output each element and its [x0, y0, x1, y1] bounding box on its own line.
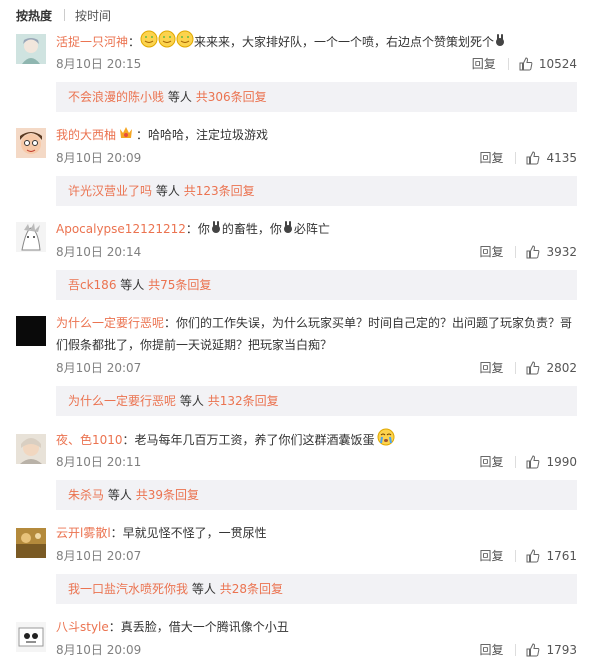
comment-actions: 回复 4135 [479, 150, 577, 166]
reply-count[interactable]: 共123条回复 [184, 184, 255, 198]
replies-summary[interactable]: 我一口盐汽水喷死你我 等人 共28条回复 [56, 574, 577, 604]
comment-username[interactable]: 活捉一只河神 [56, 35, 128, 49]
reply-username[interactable]: 不会浪漫的陈小贱 [68, 90, 164, 104]
like-button[interactable]: 10524 [519, 56, 577, 72]
divider [515, 246, 517, 258]
like-button[interactable]: 3932 [526, 244, 577, 260]
comment-actions: 回复 1990 [479, 454, 577, 470]
comment-time: 8月10日 20:07 [56, 549, 142, 563]
tab-sort-hot[interactable]: 按热度 [16, 7, 52, 24]
comment-username[interactable]: 云开l雾散l [56, 526, 111, 540]
reply-username[interactable]: 朱杀马 [68, 488, 104, 502]
replies-summary[interactable]: 许光汉营业了吗 等人 共123条回复 [56, 176, 577, 206]
tab-sort-time[interactable]: 按时间 [75, 7, 111, 24]
like-button[interactable]: 2802 [526, 360, 577, 376]
crying-emoji [377, 428, 395, 453]
reply-button[interactable]: 回复 [479, 548, 503, 564]
reply-count[interactable]: 共39条回复 [136, 488, 199, 502]
reply-count[interactable]: 共28条回复 [220, 582, 283, 596]
like-count: 1793 [546, 643, 577, 657]
thumbs-up-icon [526, 455, 540, 469]
comment-actions: 回复 10524 [472, 56, 577, 72]
comment-username[interactable]: 我的大西柚 [56, 128, 116, 142]
like-count: 2802 [546, 361, 577, 375]
avatar[interactable] [16, 434, 46, 464]
reply-username[interactable]: 许光汉营业了吗 [68, 184, 152, 198]
replies-summary[interactable]: 为什么一定要行恶呢 等人 共132条回复 [56, 386, 577, 416]
reply-button[interactable]: 回复 [479, 150, 503, 166]
sort-tabs: 按热度 按时间 [16, 7, 111, 23]
divider [515, 152, 517, 164]
comment-actions: 回复 2802 [479, 360, 577, 376]
reply-count[interactable]: 共75条回复 [148, 278, 211, 292]
avatar[interactable] [16, 128, 46, 158]
like-count: 4135 [546, 151, 577, 165]
comment-username[interactable]: 八斗style [56, 620, 109, 634]
comment-time: 8月10日 20:14 [56, 245, 142, 259]
like-button[interactable]: 1793 [526, 642, 577, 658]
avatar[interactable] [16, 622, 46, 652]
comment-username[interactable]: 夜、色1010 [56, 433, 123, 447]
thumbs-up-icon [526, 549, 540, 563]
thumbs-up-icon [526, 643, 540, 657]
comment-time: 8月10日 20:07 [56, 361, 142, 375]
like-count: 1761 [546, 549, 577, 563]
smile-emoji [140, 30, 194, 55]
like-count: 3932 [546, 245, 577, 259]
like-count: 10524 [538, 57, 577, 71]
like-button[interactable]: 1990 [526, 454, 577, 470]
rabbit-emoji [494, 32, 506, 54]
reply-button[interactable]: 回复 [479, 454, 503, 470]
replies-summary[interactable]: 吾ck186 等人 共75条回复 [56, 270, 577, 300]
reply-username[interactable]: 我一口盐汽水喷死你我 [68, 582, 188, 596]
avatar[interactable] [16, 316, 46, 346]
rabbit-emoji [282, 219, 294, 241]
rabbit-emoji [210, 219, 222, 241]
comment-time: 8月10日 20:15 [56, 57, 142, 71]
reply-button[interactable]: 回复 [479, 244, 503, 260]
comment-time: 8月10日 20:09 [56, 151, 142, 165]
comment-username[interactable]: 为什么一定要行恶呢 [56, 316, 164, 330]
divider [515, 644, 517, 656]
divider [507, 58, 509, 70]
comment-actions: 回复 3932 [479, 244, 577, 260]
comment-text: 活捉一只河神： 来来来，大家排好队，一个一个喷，右边点个赞策划死个 [56, 30, 579, 55]
like-count: 1990 [546, 455, 577, 469]
comment-text: 为什么一定要行恶呢：你们的工作失误，为什么玩家买单？时间自己定的？出问题了玩家负… [56, 316, 573, 352]
like-button[interactable]: 1761 [526, 548, 577, 564]
comment-text: Apocalypse12121212：你 的畜牲，你 必阵亡 [56, 218, 579, 241]
comment-actions: 回复 1793 [479, 642, 577, 658]
reply-button[interactable]: 回复 [472, 56, 496, 72]
vip-badge-icon [118, 125, 134, 147]
comment-text: 夜、色1010：老马每年几百万工资，养了你们这群酒囊饭蛋 [56, 428, 579, 453]
reply-username[interactable]: 吾ck186 [68, 278, 116, 292]
like-button[interactable]: 4135 [526, 150, 577, 166]
reply-count[interactable]: 共306条回复 [196, 90, 267, 104]
avatar[interactable] [16, 34, 46, 64]
replies-summary[interactable]: 不会浪漫的陈小贱 等人 共306条回复 [56, 82, 577, 112]
comment-actions: 回复 1761 [479, 548, 577, 564]
thumbs-up-icon [519, 57, 533, 71]
divider [515, 550, 517, 562]
reply-count[interactable]: 共132条回复 [208, 394, 279, 408]
comment-username[interactable]: Apocalypse12121212 [56, 222, 186, 236]
reply-username[interactable]: 为什么一定要行恶呢 [68, 394, 176, 408]
reply-button[interactable]: 回复 [479, 642, 503, 658]
comment-text: 八斗style：真丢脸，借大一个腾讯像个小丑 [56, 620, 289, 634]
thumbs-up-icon [526, 151, 540, 165]
thumbs-up-icon [526, 245, 540, 259]
avatar[interactable] [16, 222, 46, 252]
divider [515, 456, 517, 468]
divider [515, 362, 517, 374]
thumbs-up-icon [526, 361, 540, 375]
comment-text: 我的大西柚 ：哈哈哈，注定垃圾游戏 [56, 124, 579, 147]
avatar[interactable] [16, 528, 46, 558]
tab-divider [64, 9, 66, 21]
reply-button[interactable]: 回复 [479, 360, 503, 376]
comment-time: 8月10日 20:11 [56, 455, 142, 469]
replies-summary[interactable]: 朱杀马 等人 共39条回复 [56, 480, 577, 510]
comment-text: 云开l雾散l：早就见怪不怪了，一贯尿性 [56, 526, 267, 540]
comment-time: 8月10日 20:09 [56, 643, 142, 657]
